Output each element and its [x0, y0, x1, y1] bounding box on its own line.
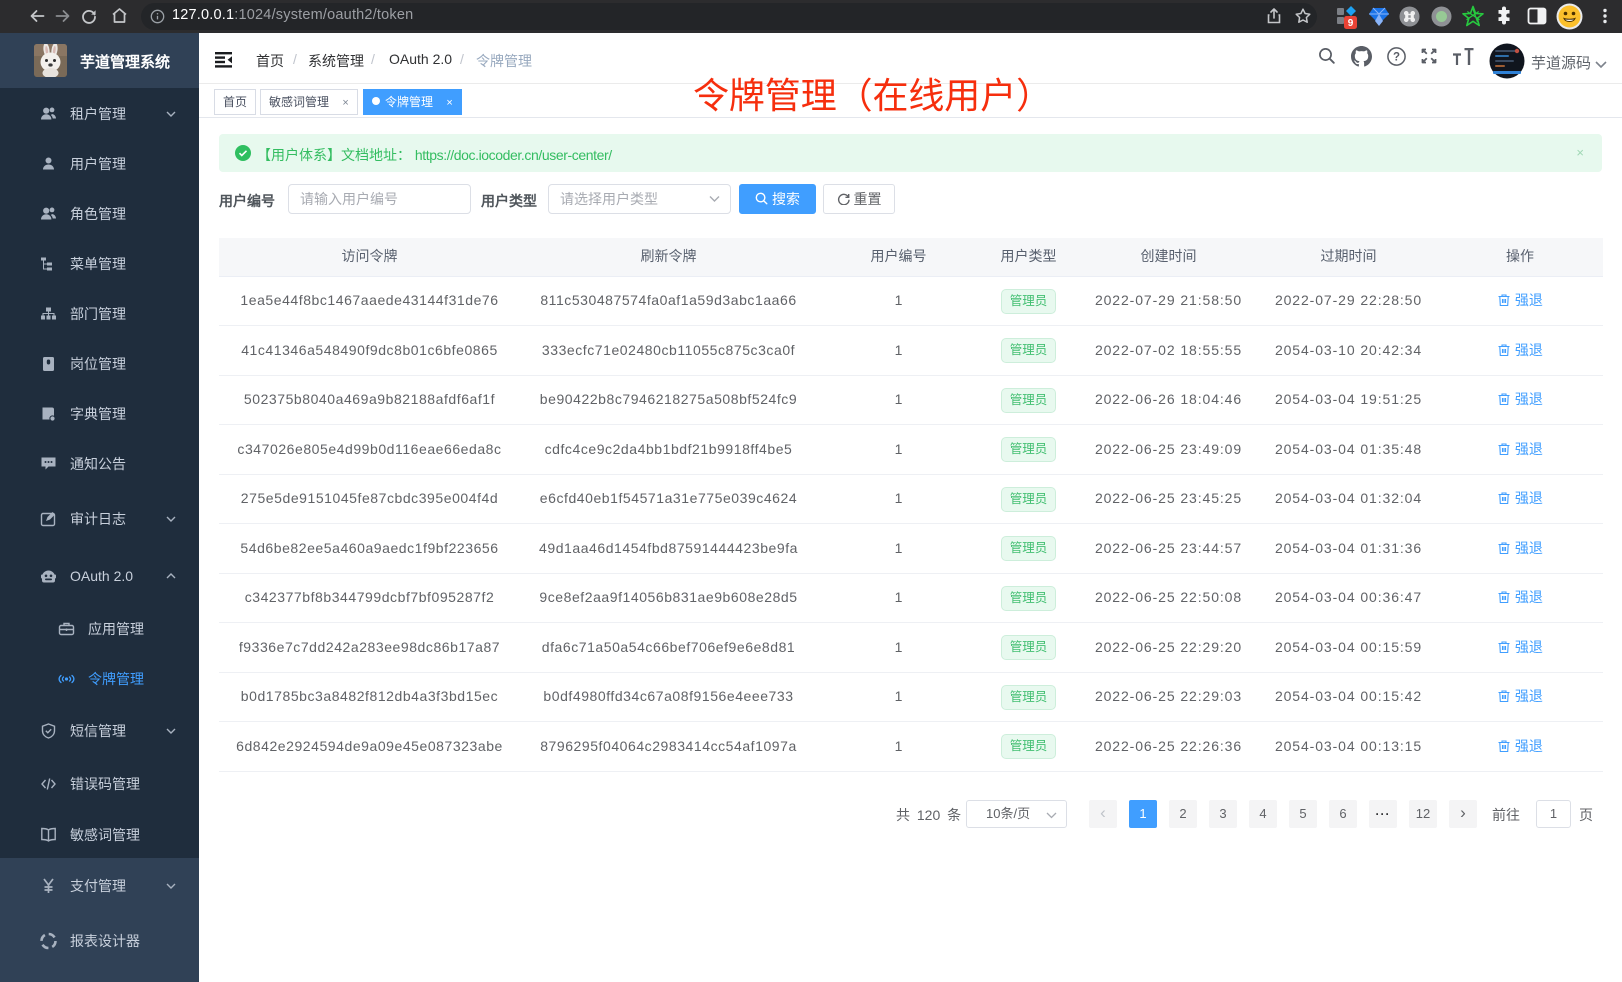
svg-text:?: ?: [1393, 52, 1400, 64]
svg-text:9: 9: [1348, 18, 1354, 29]
